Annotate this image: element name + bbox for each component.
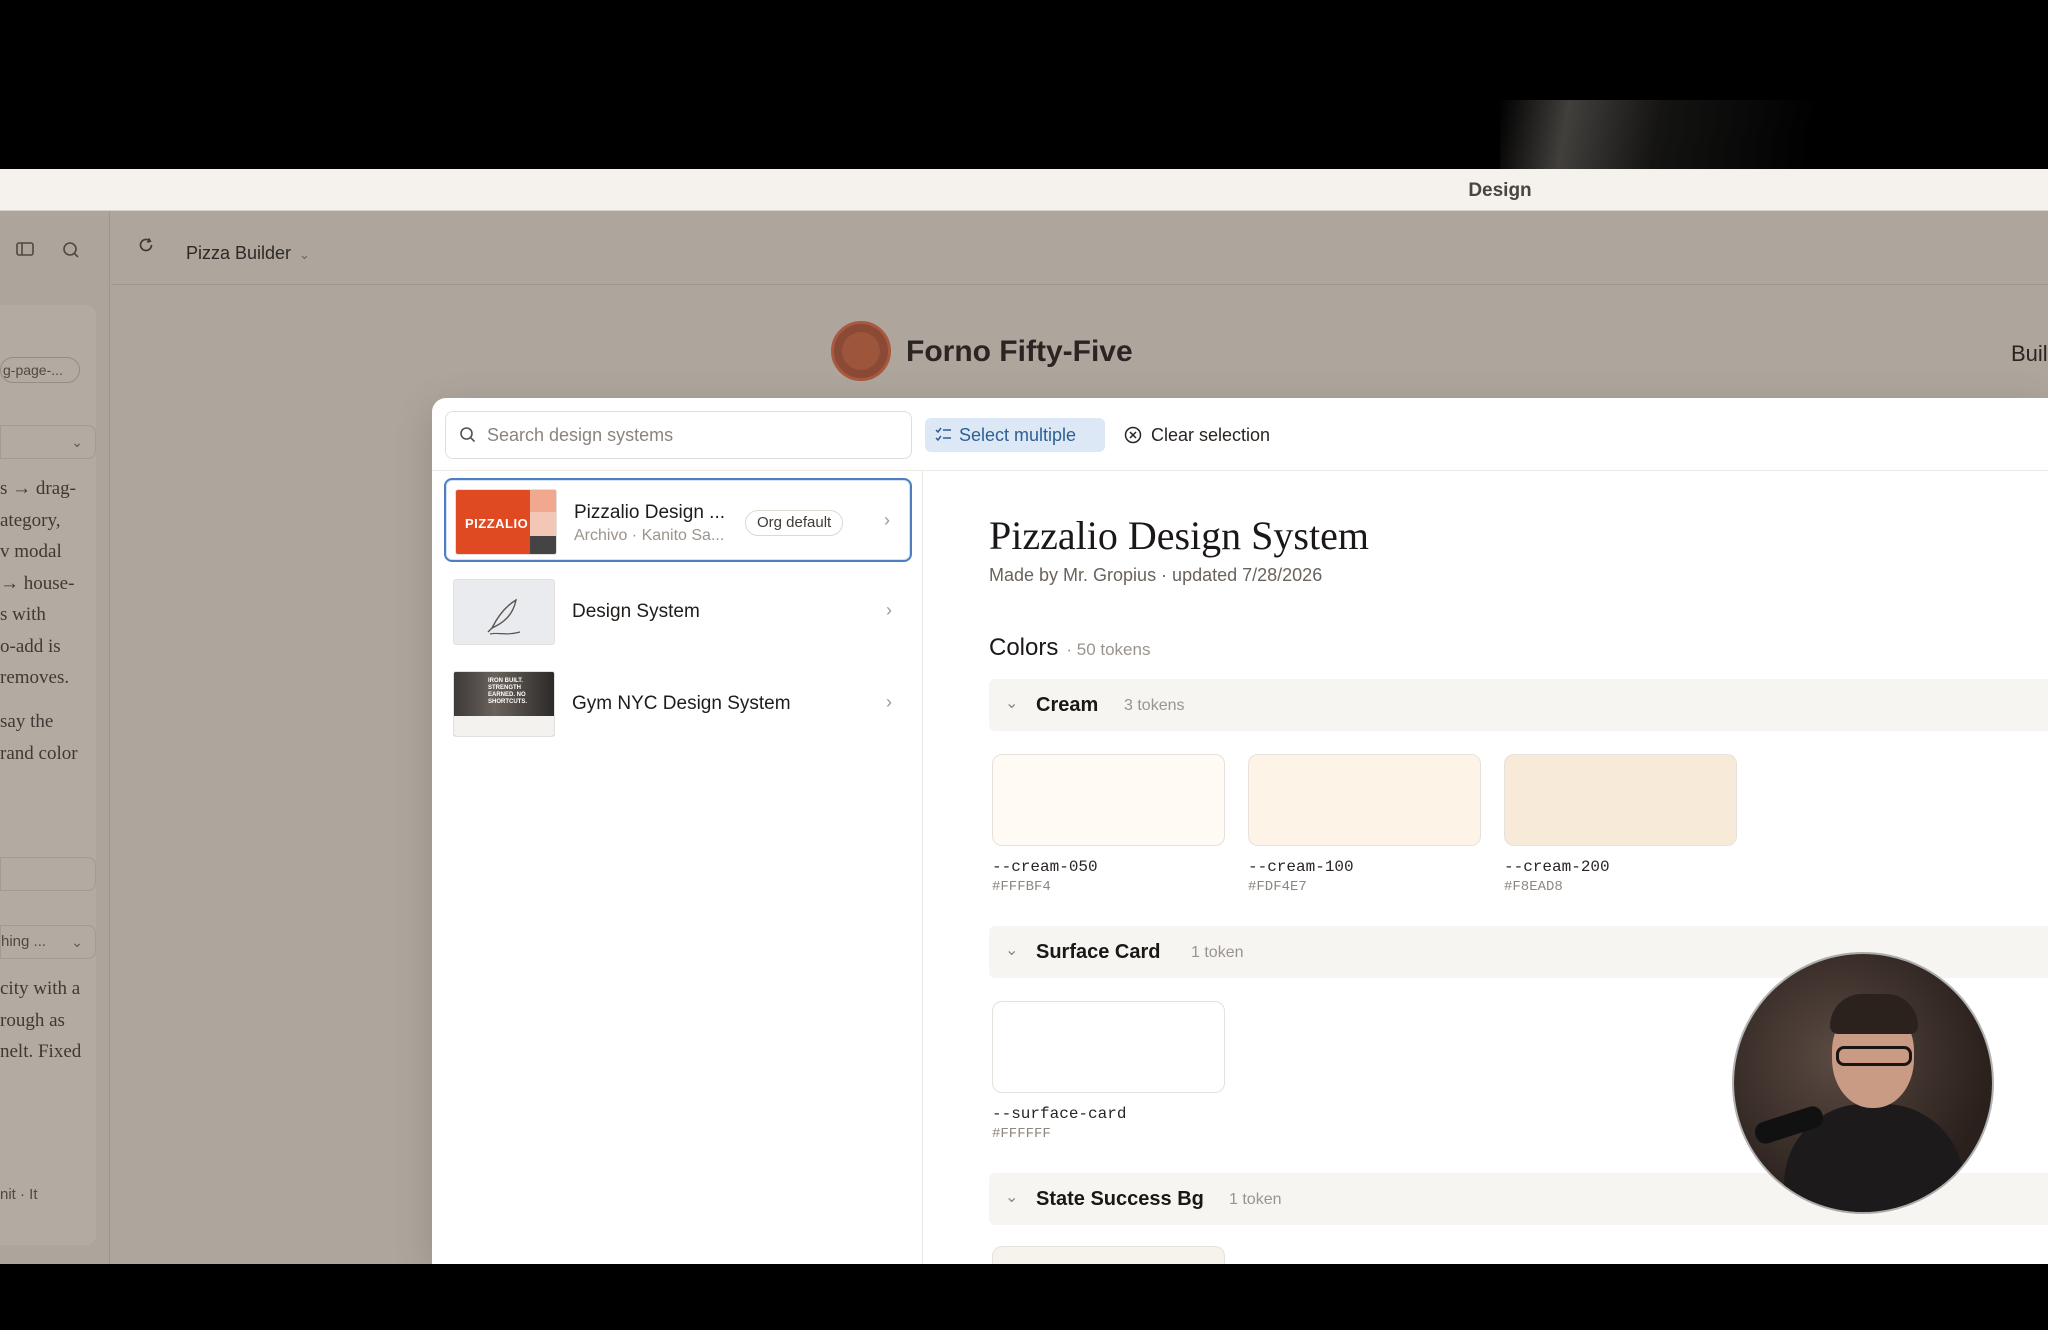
design-system-name: Gym NYC Design System xyxy=(572,693,791,714)
detail-title: Pizzalio Design System xyxy=(989,513,1369,558)
pizzalio-wordmark: PIZZALIO xyxy=(465,516,529,531)
nav-link-builder[interactable]: Buil xyxy=(2011,341,2048,367)
chevron-down-icon: ⌄ xyxy=(71,934,83,950)
color-swatch[interactable]: --cream-050 #FFFBF4 xyxy=(992,754,1225,895)
window-titlebar: Design xyxy=(0,169,2048,211)
chevron-down-icon: ⌄ xyxy=(71,434,83,450)
clear-selection-button[interactable]: Clear selection xyxy=(1124,418,1270,452)
list-item-gym-nyc[interactable]: IRON BUILT. STRENGTH EARNED. NO SHORTCUT… xyxy=(444,662,912,746)
search-icon xyxy=(460,427,476,443)
sidebar-message-2: say the rand color xyxy=(0,711,78,764)
modal-toolbar: Search design systems Select multiple Cl… xyxy=(432,398,2048,471)
close-circle-icon xyxy=(1124,426,1142,444)
list-item-design-system[interactable]: Design System › xyxy=(444,570,912,654)
chevron-right-icon: › xyxy=(886,600,892,620)
sidebar-chip[interactable]: g-page-... xyxy=(0,357,80,383)
top-toolbar: Pizza Builder ⌄ xyxy=(111,211,2048,285)
org-default-badge: Org default xyxy=(745,510,844,536)
color-swatch[interactable]: --surface-card #FFFFFF xyxy=(992,1001,1225,1142)
design-system-name: Design System xyxy=(572,601,700,622)
gym-nyc-thumbnail: IRON BUILT. STRENGTH EARNED. NO SHORTCUT… xyxy=(453,671,555,737)
feather-icon xyxy=(487,598,521,635)
sidebar-thinking-row[interactable]: hing ... ⌄ xyxy=(0,925,96,959)
gym-thumbnail-headline: IRON BUILT. STRENGTH EARNED. NO SHORTCUT… xyxy=(488,678,527,705)
sidebar-message-3: city with a rough as nelt. Fixed xyxy=(0,978,82,1062)
select-multiple-button[interactable]: Select multiple xyxy=(925,418,1105,452)
design-system-fonts: Archivo · Kanito Sa... xyxy=(574,527,725,544)
chevron-down-icon: ⌄ xyxy=(1005,1189,1019,1206)
chevron-right-icon: › xyxy=(884,510,890,530)
pizzalio-thumbnail: PIZZALIO xyxy=(455,489,557,555)
brand-logo xyxy=(831,321,891,381)
detail-meta: Made by Mr. Gropius · updated 7/28/2026 xyxy=(989,565,1323,585)
color-swatch[interactable] xyxy=(992,1246,1225,1264)
chevron-down-icon: ⌄ xyxy=(1005,695,1019,712)
sidebar-message-1: s → drag-ategory, v modal → house-s with o-… xyxy=(0,478,76,688)
search-input[interactable]: Search design systems xyxy=(445,411,912,459)
sidebar-toggle-icon[interactable] xyxy=(14,241,36,263)
group-header-cream[interactable]: ⌄ Cream 3 tokens xyxy=(989,679,2048,731)
brand-name: Forno Fifty-Five xyxy=(906,335,1133,368)
color-swatch[interactable]: --cream-200 #F8EAD8 xyxy=(1504,754,1737,895)
chevron-right-icon: › xyxy=(886,692,892,712)
design-system-list: PIZZALIO Pizzalio Design ... Archivo · K… xyxy=(432,471,923,1264)
webcam-overlay xyxy=(1734,954,1992,1212)
sidebar-dropdown[interactable]: ⌄ xyxy=(0,425,96,459)
project-selector[interactable]: Pizza Builder ⌄ xyxy=(186,243,310,264)
video-letterbox-top xyxy=(0,0,2048,169)
design-system-thumbnail xyxy=(453,579,555,645)
chevron-down-icon: ⌄ xyxy=(1005,942,1019,959)
video-letterbox-bottom xyxy=(0,1264,2048,1330)
search-placeholder: Search design systems xyxy=(487,425,674,445)
window-title: Design xyxy=(1468,180,1532,201)
sidebar-bottom-text: nit · It xyxy=(0,1186,38,1203)
sidebar-input-row[interactable] xyxy=(0,857,96,891)
screen-glare xyxy=(1500,100,2048,169)
colors-section-heading: Colors · 50 tokens xyxy=(989,634,1151,661)
glasses xyxy=(1836,1046,1912,1066)
checklist-icon xyxy=(935,427,951,442)
design-system-name: Pizzalio Design ... xyxy=(574,502,726,523)
color-swatch[interactable]: --cream-100 #FDF4E7 xyxy=(1248,754,1481,895)
list-item-pizzalio[interactable]: PIZZALIO Pizzalio Design ... Archivo · K… xyxy=(444,478,912,562)
chevron-down-icon: ⌄ xyxy=(299,247,310,262)
left-sidebar: g-page-... ⌄ s → drag-ategory, v modal → h… xyxy=(0,211,110,1264)
reload-icon[interactable] xyxy=(133,235,159,261)
chat-search-icon[interactable] xyxy=(60,241,82,263)
